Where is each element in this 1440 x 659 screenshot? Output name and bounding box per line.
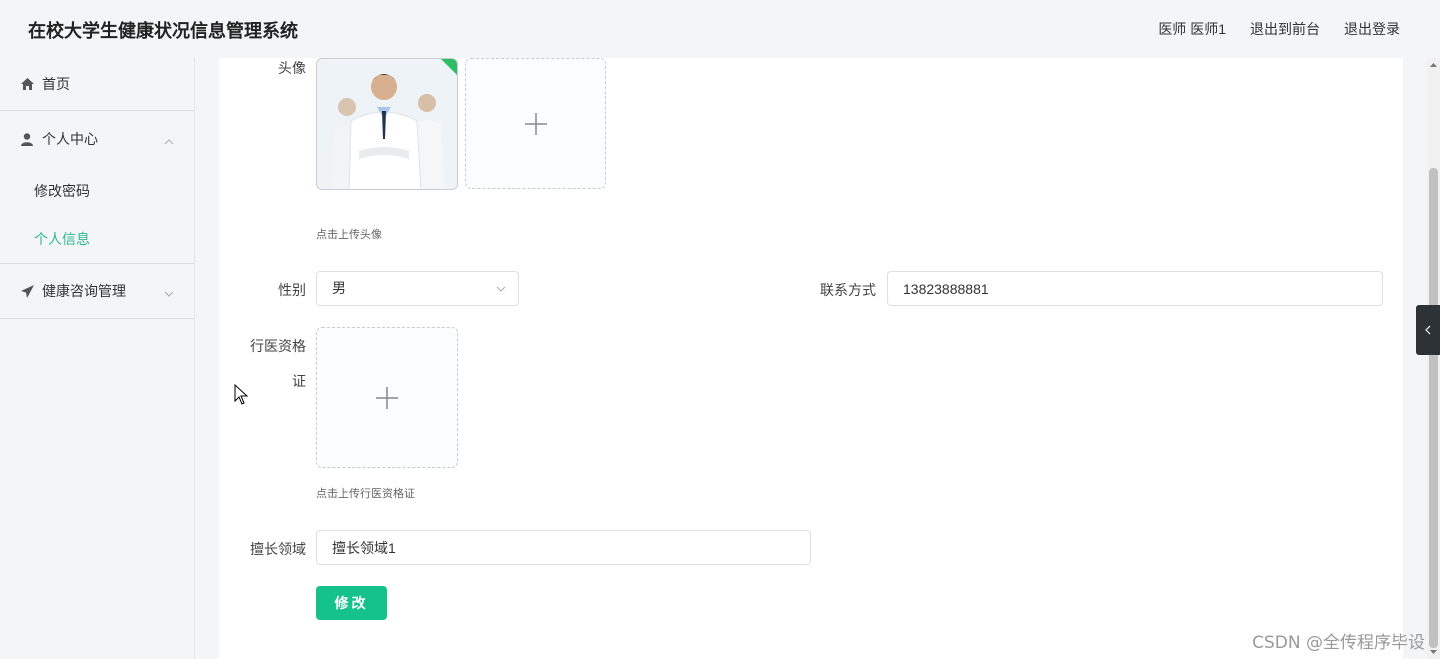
sidebar-item-label: 首页: [42, 76, 70, 92]
side-panel-toggle[interactable]: [1416, 305, 1440, 355]
chevron-down-icon: [164, 286, 174, 297]
gender-select[interactable]: 男: [316, 271, 519, 306]
doctor-photo: [317, 59, 457, 189]
top-right-links: 医师 医师1 退出到前台 退出登录: [1158, 19, 1400, 39]
sidebar-item-label: 健康咨询管理: [42, 283, 126, 299]
app-title: 在校大学生健康状况信息管理系统: [28, 21, 298, 41]
avatar-upload-tip: 点击上传头像: [316, 229, 382, 241]
send-icon: [20, 284, 34, 298]
update-button[interactable]: 修改: [316, 586, 387, 620]
scrollbar-thumb[interactable]: [1429, 168, 1438, 648]
current-user-label: 医师 医师1: [1158, 21, 1226, 37]
plus-icon: [524, 112, 547, 135]
avatar-upload-box[interactable]: [465, 58, 606, 189]
sidebar-item-home[interactable]: 首页: [0, 58, 194, 110]
gender-label: 性别: [278, 282, 306, 298]
avatar-image[interactable]: [316, 58, 458, 190]
watermark: CSDN @全传程序毕设: [1252, 633, 1425, 653]
user-icon: [20, 132, 34, 146]
contact-input[interactable]: [887, 271, 1383, 306]
sidebar: 首页 个人中心 修改密码 个人信息 健康咨询管理: [0, 58, 195, 659]
scroll-down-arrow-icon[interactable]: [1430, 648, 1437, 655]
top-bar: 在校大学生健康状况信息管理系统 医师 医师1 退出到前台 退出登录: [0, 0, 1440, 58]
specialty-input[interactable]: [316, 530, 811, 565]
sidebar-item-personal-center[interactable]: 个人中心: [0, 111, 194, 167]
license-upload-tip: 点击上传行医资格证: [316, 488, 415, 500]
sidebar-item-label: 个人中心: [42, 131, 98, 147]
back-to-front-link[interactable]: 退出到前台: [1250, 19, 1320, 39]
sidebar-item-health-consult[interactable]: 健康咨询管理: [0, 264, 194, 318]
contact-label: 联系方式: [820, 282, 876, 298]
sidebar-item-personal-info[interactable]: 个人信息: [0, 215, 194, 263]
specialty-label: 擅长领域: [250, 541, 306, 557]
license-label-line1: 行医资格: [250, 338, 306, 354]
mouse-cursor-icon: [234, 384, 249, 405]
chevron-down-icon: [496, 286, 506, 292]
scroll-up-arrow-icon[interactable]: [1430, 62, 1437, 69]
logout-link[interactable]: 退出登录: [1344, 19, 1400, 39]
chevron-up-icon: [164, 134, 174, 145]
sidebar-divider: [0, 318, 194, 319]
gender-selected-value: 男: [332, 280, 346, 296]
chevron-left-icon: [1425, 325, 1431, 335]
page-scrollbar[interactable]: [1427, 58, 1440, 659]
plus-icon: [376, 386, 398, 409]
home-icon: [20, 77, 34, 91]
license-upload-box[interactable]: [316, 327, 458, 468]
sidebar-item-change-password[interactable]: 修改密码: [0, 167, 194, 215]
avatar-label: 头像: [278, 60, 306, 76]
